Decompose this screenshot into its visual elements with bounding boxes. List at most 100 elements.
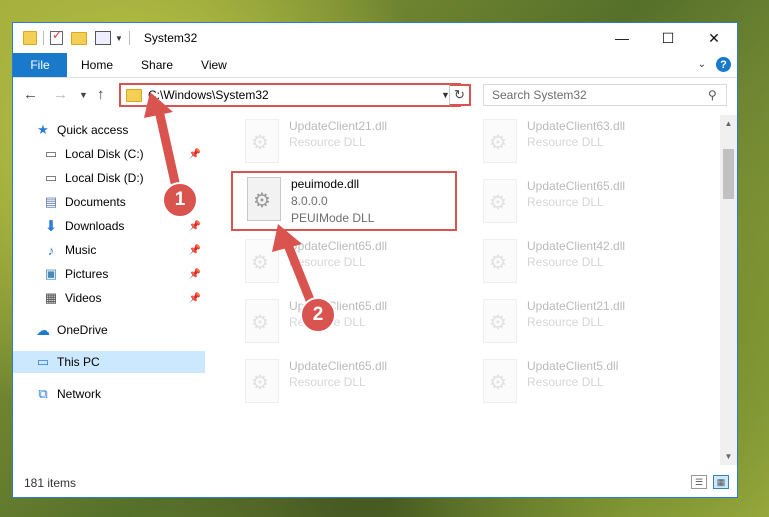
sidebar-item-label: Pictures [65,267,109,281]
address-bar[interactable]: C:\Windows\System32 ▼ [119,83,461,107]
vertical-scrollbar[interactable]: ▲ ▼ [720,115,737,465]
maximize-button[interactable]: ☐ [645,23,691,53]
dll-file-icon [483,119,517,163]
file-name: UpdateClient5.dll [527,359,619,373]
folder-icon [126,88,142,102]
expand-ribbon-icon[interactable]: ⌄ [698,59,706,70]
file-item[interactable]: UpdateClient65.dll Resource DLL [469,175,689,231]
sidebar-item-label: OneDrive [57,323,108,337]
scroll-up-icon[interactable]: ▲ [720,115,737,132]
pin-icon[interactable]: 📌 [189,245,201,256]
dll-file-icon [245,239,279,283]
sidebar-item-this-pc[interactable]: ▭ This PC [13,351,205,373]
tab-view[interactable]: View [187,53,241,77]
sidebar-item-local-disk-c[interactable]: ▭ Local Disk (C:) 📌 [43,143,205,165]
sidebar-item-network[interactable]: ⧉ Network [35,383,205,405]
file-name: UpdateClient65.dll [289,359,388,373]
file-item[interactable]: UpdateClient65.dll Resource DLL [231,355,451,411]
pin-icon[interactable]: 📌 [189,269,201,280]
file-item[interactable]: UpdateClient63.dll Resource DLL [469,115,689,171]
search-placeholder: Search System32 [492,88,587,102]
file-description: PEUIMode DLL [291,211,375,225]
file-name: UpdateClient63.dll [527,119,626,133]
new-folder-icon[interactable] [71,31,87,45]
sidebar-item-label: Network [57,387,102,401]
divider [43,31,44,45]
dll-file-icon [245,359,279,403]
dll-file-icon [483,299,517,343]
star-icon: ★ [37,122,49,137]
file-description: Resource DLL [289,135,366,149]
customize-quick-access-icon[interactable]: ▼ [115,34,123,43]
sidebar-item-music[interactable]: ♪ Music 📌 [43,239,205,261]
sidebar-item-onedrive[interactable]: ☁ OneDrive [35,319,205,341]
recent-locations-icon[interactable]: ▼ [79,90,88,100]
sidebar-item-label: This PC [57,355,100,369]
ribbon-tabs: File Home Share View ⌄ ? [13,53,737,78]
sidebar-item-label: Local Disk (D:) [65,171,144,185]
title-bar: ▼ System32 — ☐ ✕ [13,23,737,53]
sidebar-item-videos[interactable]: ▦ Videos 📌 [43,287,205,309]
pin-icon[interactable]: 📌 [189,293,201,304]
file-item[interactable]: UpdateClient65.dll Resource DLL [231,295,451,351]
search-input[interactable]: Search System32 ⚲ [483,84,727,106]
dll-file-icon [483,239,517,283]
dll-file-icon [247,177,281,221]
sidebar-item-label: Local Disk (C:) [65,147,144,161]
computer-icon: ▭ [36,354,50,369]
address-path[interactable]: C:\Windows\System32 [148,88,441,102]
sidebar-item-label: Music [65,243,97,257]
file-name: UpdateClient65.dll [289,239,388,253]
view-options-icon[interactable] [95,31,111,45]
video-icon: ▦ [44,290,58,305]
navigation-bar: ← → ▼ ↑ C:\Windows\System32 ▼ ↻ Search S… [13,78,737,112]
file-name: peuimode.dll [291,177,360,191]
drive-icon: ▭ [44,146,58,161]
divider [128,31,130,45]
file-name: UpdateClient65.dll [527,179,626,193]
minimize-button[interactable]: — [599,23,645,53]
sidebar-item-label: Videos [65,291,102,305]
up-arrow-icon[interactable]: ↑ [97,86,105,103]
file-list: UpdateClient21.dll Resource DLL UpdateCl… [221,115,719,465]
sidebar-item-quick-access[interactable]: ★ Quick access [35,119,227,141]
cloud-icon: ☁ [36,321,50,338]
pin-icon[interactable]: 📌 [189,221,201,232]
navigation-pane: ★ Quick access ▭ Local Disk (C:) 📌 ▭ Loc… [13,119,205,465]
sidebar-item-downloads[interactable]: ⬇ Downloads 📌 [43,215,205,237]
tab-file[interactable]: File [13,53,67,77]
dll-file-icon [483,359,517,403]
file-item[interactable]: UpdateClient21.dll Resource DLL [469,295,689,351]
file-item[interactable]: UpdateClient5.dll Resource DLL [469,355,689,411]
close-button[interactable]: ✕ [691,23,737,53]
forward-arrow-icon[interactable]: → [53,86,68,103]
folder-icon [23,31,37,45]
file-description: Resource DLL [527,375,604,389]
file-item[interactable]: UpdateClient21.dll Resource DLL [231,115,451,171]
tab-home[interactable]: Home [67,53,127,77]
help-icon[interactable]: ? [716,57,731,72]
refresh-button[interactable]: ↻ [449,84,471,106]
item-count: 181 items [24,476,77,490]
pin-icon[interactable]: 📌 [189,149,201,160]
network-icon: ⧉ [38,386,48,401]
file-item[interactable]: UpdateClient65.dll Resource DLL [231,235,451,291]
file-description: Resource DLL [289,375,366,389]
file-explorer-window: ▼ System32 — ☐ ✕ File Home Share View ⌄ … [12,22,738,498]
file-item[interactable]: UpdateClient42.dll Resource DLL [469,235,689,291]
document-icon: ▤ [44,194,58,209]
tab-share[interactable]: Share [127,53,187,77]
file-description: Resource DLL [289,255,366,269]
file-name: UpdateClient42.dll [527,239,626,253]
scroll-thumb[interactable] [723,149,734,199]
file-item-peuimode[interactable]: peuimode.dll 8.0.0.0 PEUIMode DLL [231,171,457,231]
scroll-down-icon[interactable]: ▼ [720,448,737,465]
details-view-icon[interactable]: ☰ [691,475,707,489]
back-arrow-icon[interactable]: ← [23,86,38,103]
step-2-badge: 2 [300,297,336,333]
sidebar-item-pictures[interactable]: ▣ Pictures 📌 [43,263,205,285]
dll-file-icon [245,299,279,343]
picture-icon: ▣ [44,266,58,281]
properties-check-icon[interactable] [50,28,63,45]
tiles-view-icon[interactable]: ▦ [713,475,729,489]
